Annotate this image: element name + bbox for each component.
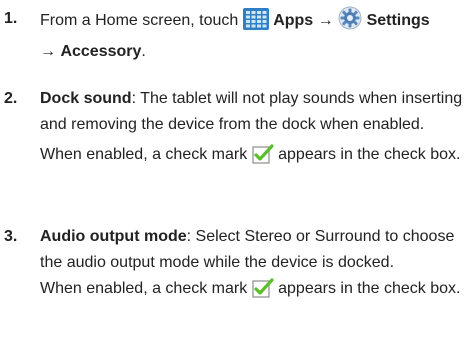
checkbox-checked-icon [252, 144, 274, 173]
apps-grid-icon [242, 8, 269, 39]
settings-label: Settings [366, 12, 430, 29]
step-description: Dock sound: The tablet will not play sou… [40, 86, 468, 138]
instruction-document: 1. From a Home screen, touch Apps → Sett… [0, 0, 474, 364]
checkbox-checked-icon [252, 278, 274, 307]
note-text: appears in the check box. [273, 280, 461, 297]
step-content: Dock sound: The tablet will not play sou… [40, 86, 468, 173]
settings-gear-icon [338, 6, 362, 39]
step-text: From a Home screen, touch [40, 12, 243, 29]
note-text: appears in the check box. [273, 146, 461, 163]
step-content: Audio output mode: Select Stereo or Surr… [40, 224, 468, 307]
step-1-line-1: From a Home screen, touch Apps → Setting… [40, 6, 468, 39]
apps-label: Apps [273, 12, 314, 29]
note-text: When enabled, a check mark [40, 146, 252, 163]
accessory-label: Accessory [60, 43, 142, 60]
step-content: From a Home screen, touch Apps → Setting… [40, 6, 468, 65]
step-description: Audio output mode: Select Stereo or Surr… [40, 224, 468, 276]
step-1-line-2: → Accessory. [40, 39, 468, 65]
step-note: When enabled, a check mark appears in th… [40, 142, 468, 173]
note-text: When enabled, a check mark [40, 280, 252, 297]
step-title: Audio output mode [40, 228, 187, 245]
step-number: 2. [4, 90, 18, 107]
step-number: 3. [4, 228, 18, 245]
step-number: 1. [4, 10, 18, 27]
arrow-icon: → [317, 12, 334, 29]
step-text: . [141, 43, 146, 60]
step-note: When enabled, a check mark appears in th… [40, 276, 468, 307]
arrow-icon: → [40, 43, 56, 60]
step-title: Dock sound [40, 90, 132, 107]
